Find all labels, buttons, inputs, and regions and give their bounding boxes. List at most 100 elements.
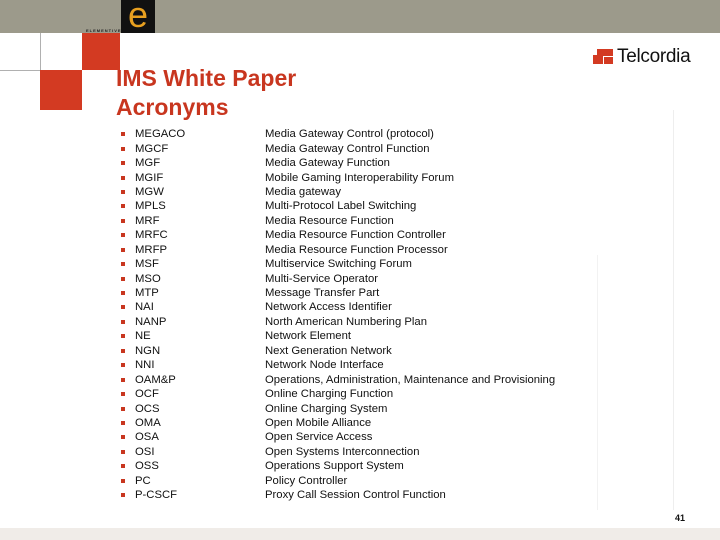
acronym: PC: [135, 474, 151, 487]
definition: Media Resource Function Controller: [265, 229, 446, 242]
definition: Multiservice Switching Forum: [265, 258, 412, 271]
list-item: NE Network Element: [121, 329, 555, 343]
list-item: MGW Media gateway: [121, 185, 555, 199]
list-item: OSI Open Systems Interconnection: [121, 445, 555, 459]
acronym: MRF: [135, 214, 160, 227]
list-item: PC Policy Controller: [121, 474, 555, 488]
bullet-icon: [121, 161, 125, 166]
list-item: NNI Network Node Interface: [121, 358, 555, 372]
bullet-icon: [121, 449, 125, 454]
bullet-icon: [121, 478, 125, 483]
telcordia-wordmark: Telcordia: [617, 46, 691, 67]
definition: Multi-Service Operator: [265, 272, 379, 285]
definition: Operations, Administration, Maintenance …: [265, 373, 556, 386]
list-item: OSA Open Service Access: [121, 430, 555, 444]
list-item: NGN Next Generation Network: [121, 344, 555, 358]
list-item: NANP North American Numbering Plan: [121, 315, 555, 329]
bullet-icon: [121, 233, 125, 238]
acronym: NAI: [135, 301, 154, 314]
acronym: MGCF: [135, 142, 169, 155]
bullet-icon: [121, 291, 125, 296]
decorative-square: [82, 33, 120, 70]
list-item: OAM&P Operations, Administration, Mainten…: [121, 372, 555, 386]
list-item: MSO Multi-Service Operator: [121, 271, 555, 285]
logo-letter: e: [127, 0, 149, 35]
bullet-icon: [121, 493, 125, 498]
bullet-icon: [121, 175, 125, 180]
bullet-icon: [121, 420, 125, 425]
definition: Policy Controller: [265, 474, 348, 487]
list-item: MRFC Media Resource Function Controller: [121, 228, 555, 242]
acronym: NANP: [135, 315, 167, 328]
acronym: NNI: [135, 359, 155, 372]
elementive-logo: e: [121, 0, 155, 35]
definition: North American Numbering Plan: [265, 315, 427, 328]
definition: Media Gateway Control Function: [265, 142, 430, 155]
bullet-icon: [121, 392, 125, 397]
list-item: MTP Message Transfer Part: [121, 286, 555, 300]
acronym: MGIF: [135, 171, 164, 184]
definition: Media Gateway Control (protocol): [265, 128, 434, 141]
list-item: MRFP Media Resource Function Processor: [121, 243, 555, 257]
acronym: MEGACO: [135, 128, 186, 141]
definition: Multi-Protocol Label Switching: [265, 200, 417, 213]
bullet-icon: [121, 146, 125, 151]
list-item: OCF Online Charging Function: [121, 387, 555, 401]
acronym: OCF: [135, 388, 159, 401]
acronym: NE: [135, 330, 151, 343]
definition: Message Transfer Part: [265, 287, 380, 300]
list-item: P-CSCF Proxy Call Session Control Functio…: [121, 488, 555, 502]
bullet-icon: [121, 132, 125, 137]
bullet-icon: [121, 276, 125, 281]
footer-band: [0, 528, 720, 540]
bullet-icon: [121, 218, 125, 223]
acronym: MRFC: [135, 229, 168, 242]
acronym: OSI: [135, 445, 155, 458]
definition: Online Charging Function: [265, 388, 394, 401]
divider: [673, 110, 674, 510]
acronym: OSA: [135, 431, 159, 444]
definition: Media Gateway Function: [265, 157, 390, 170]
list-item: MGF Media Gateway Function: [121, 156, 555, 170]
bullet-icon: [121, 189, 125, 194]
acronym: OSS: [135, 460, 159, 473]
acronym: OMA: [135, 416, 161, 429]
acronym: MSO: [135, 272, 161, 285]
list-item: MSF Multiservice Switching Forum: [121, 257, 555, 271]
definition: Network Access Identifier: [265, 301, 392, 314]
definition: Network Element: [265, 330, 352, 343]
page-number: 41: [675, 513, 686, 523]
telcordia-logo: Telcordia: [593, 46, 691, 68]
bullet-icon: [121, 305, 125, 310]
list-item: MGCF Media Gateway Control Function: [121, 141, 555, 155]
acronym: OAM&P: [135, 373, 176, 386]
bullet-icon: [121, 204, 125, 209]
definition: Media gateway: [265, 185, 341, 198]
list-item: OMA Open Mobile Alliance: [121, 416, 555, 430]
acronym: MGW: [135, 185, 164, 198]
bullet-icon: [121, 262, 125, 267]
bullet-icon: [121, 247, 125, 252]
page-title: IMS White Paper Acronyms: [116, 64, 296, 122]
acronym: MPLS: [135, 200, 166, 213]
bullet-icon: [121, 363, 125, 368]
acronym-list: MEGACO Media Gateway Control (protocol) MG…: [121, 127, 555, 502]
acronym: MGF: [135, 157, 161, 170]
bullet-icon: [121, 348, 125, 353]
definition: Media Resource Function: [265, 214, 394, 227]
acronym: MSF: [135, 258, 159, 271]
bullet-icon: [121, 334, 125, 339]
definition: Open Service Access: [265, 431, 373, 444]
telcordia-mark-icon: [593, 49, 613, 65]
list-item: OSS Operations Support System: [121, 459, 555, 473]
acronym: OCS: [135, 402, 160, 415]
acronym: MRFP: [135, 243, 168, 256]
divider: [597, 255, 598, 510]
list-item: NAI Network Access Identifier: [121, 300, 555, 314]
definition: Media Resource Function Processor: [265, 243, 448, 256]
definition: Next Generation Network: [265, 344, 392, 357]
definition: Network Node Interface: [265, 359, 384, 372]
definition: Open Mobile Alliance: [265, 416, 372, 429]
list-item: OCS Online Charging System: [121, 401, 555, 415]
definition: Online Charging System: [265, 402, 388, 415]
